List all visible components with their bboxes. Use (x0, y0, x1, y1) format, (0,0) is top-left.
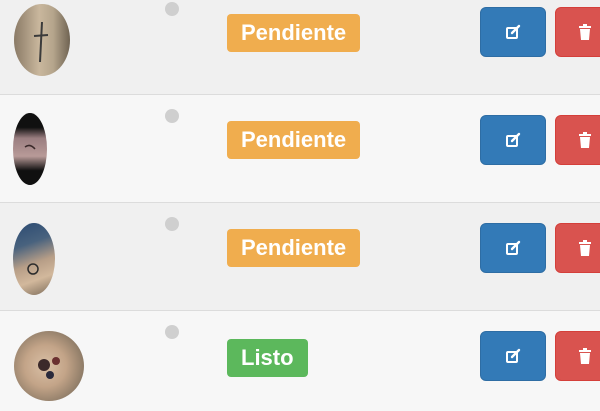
table-row: Pendiente (0, 203, 600, 311)
edit-icon (505, 348, 521, 364)
trash-icon (577, 131, 593, 149)
delete-button[interactable] (555, 223, 600, 273)
status-badge: Pendiente (227, 121, 361, 159)
tattoo-photo-thumbnail[interactable] (13, 113, 47, 185)
delete-button[interactable] (555, 115, 600, 165)
status-badge: Pendiente (227, 14, 361, 52)
edit-button[interactable] (480, 115, 546, 165)
tattoo-photo-thumbnail[interactable] (14, 4, 70, 76)
status-dot (165, 2, 179, 16)
edit-icon (505, 24, 521, 40)
delete-button[interactable] (555, 7, 600, 57)
table-row: Listo (0, 311, 600, 411)
table-row: Pendiente (0, 95, 600, 203)
tattoo-photo-thumbnail[interactable] (14, 331, 84, 401)
table-row: Pendiente (0, 0, 600, 95)
status-badge: Listo (227, 339, 308, 377)
status-dot (165, 217, 179, 231)
edit-icon (505, 240, 521, 256)
delete-button[interactable] (555, 331, 600, 381)
status-dot (165, 325, 179, 339)
trash-icon (577, 239, 593, 257)
status-badge: Pendiente (227, 229, 361, 267)
edit-button[interactable] (480, 7, 546, 57)
edit-button[interactable] (480, 223, 546, 273)
orders-table: Pendiente Pendiente Pendiente Listo (0, 0, 600, 411)
trash-icon (577, 347, 593, 365)
trash-icon (577, 23, 593, 41)
status-dot (165, 109, 179, 123)
tattoo-photo-thumbnail[interactable] (13, 223, 55, 295)
edit-icon (505, 132, 521, 148)
edit-button[interactable] (480, 331, 546, 381)
